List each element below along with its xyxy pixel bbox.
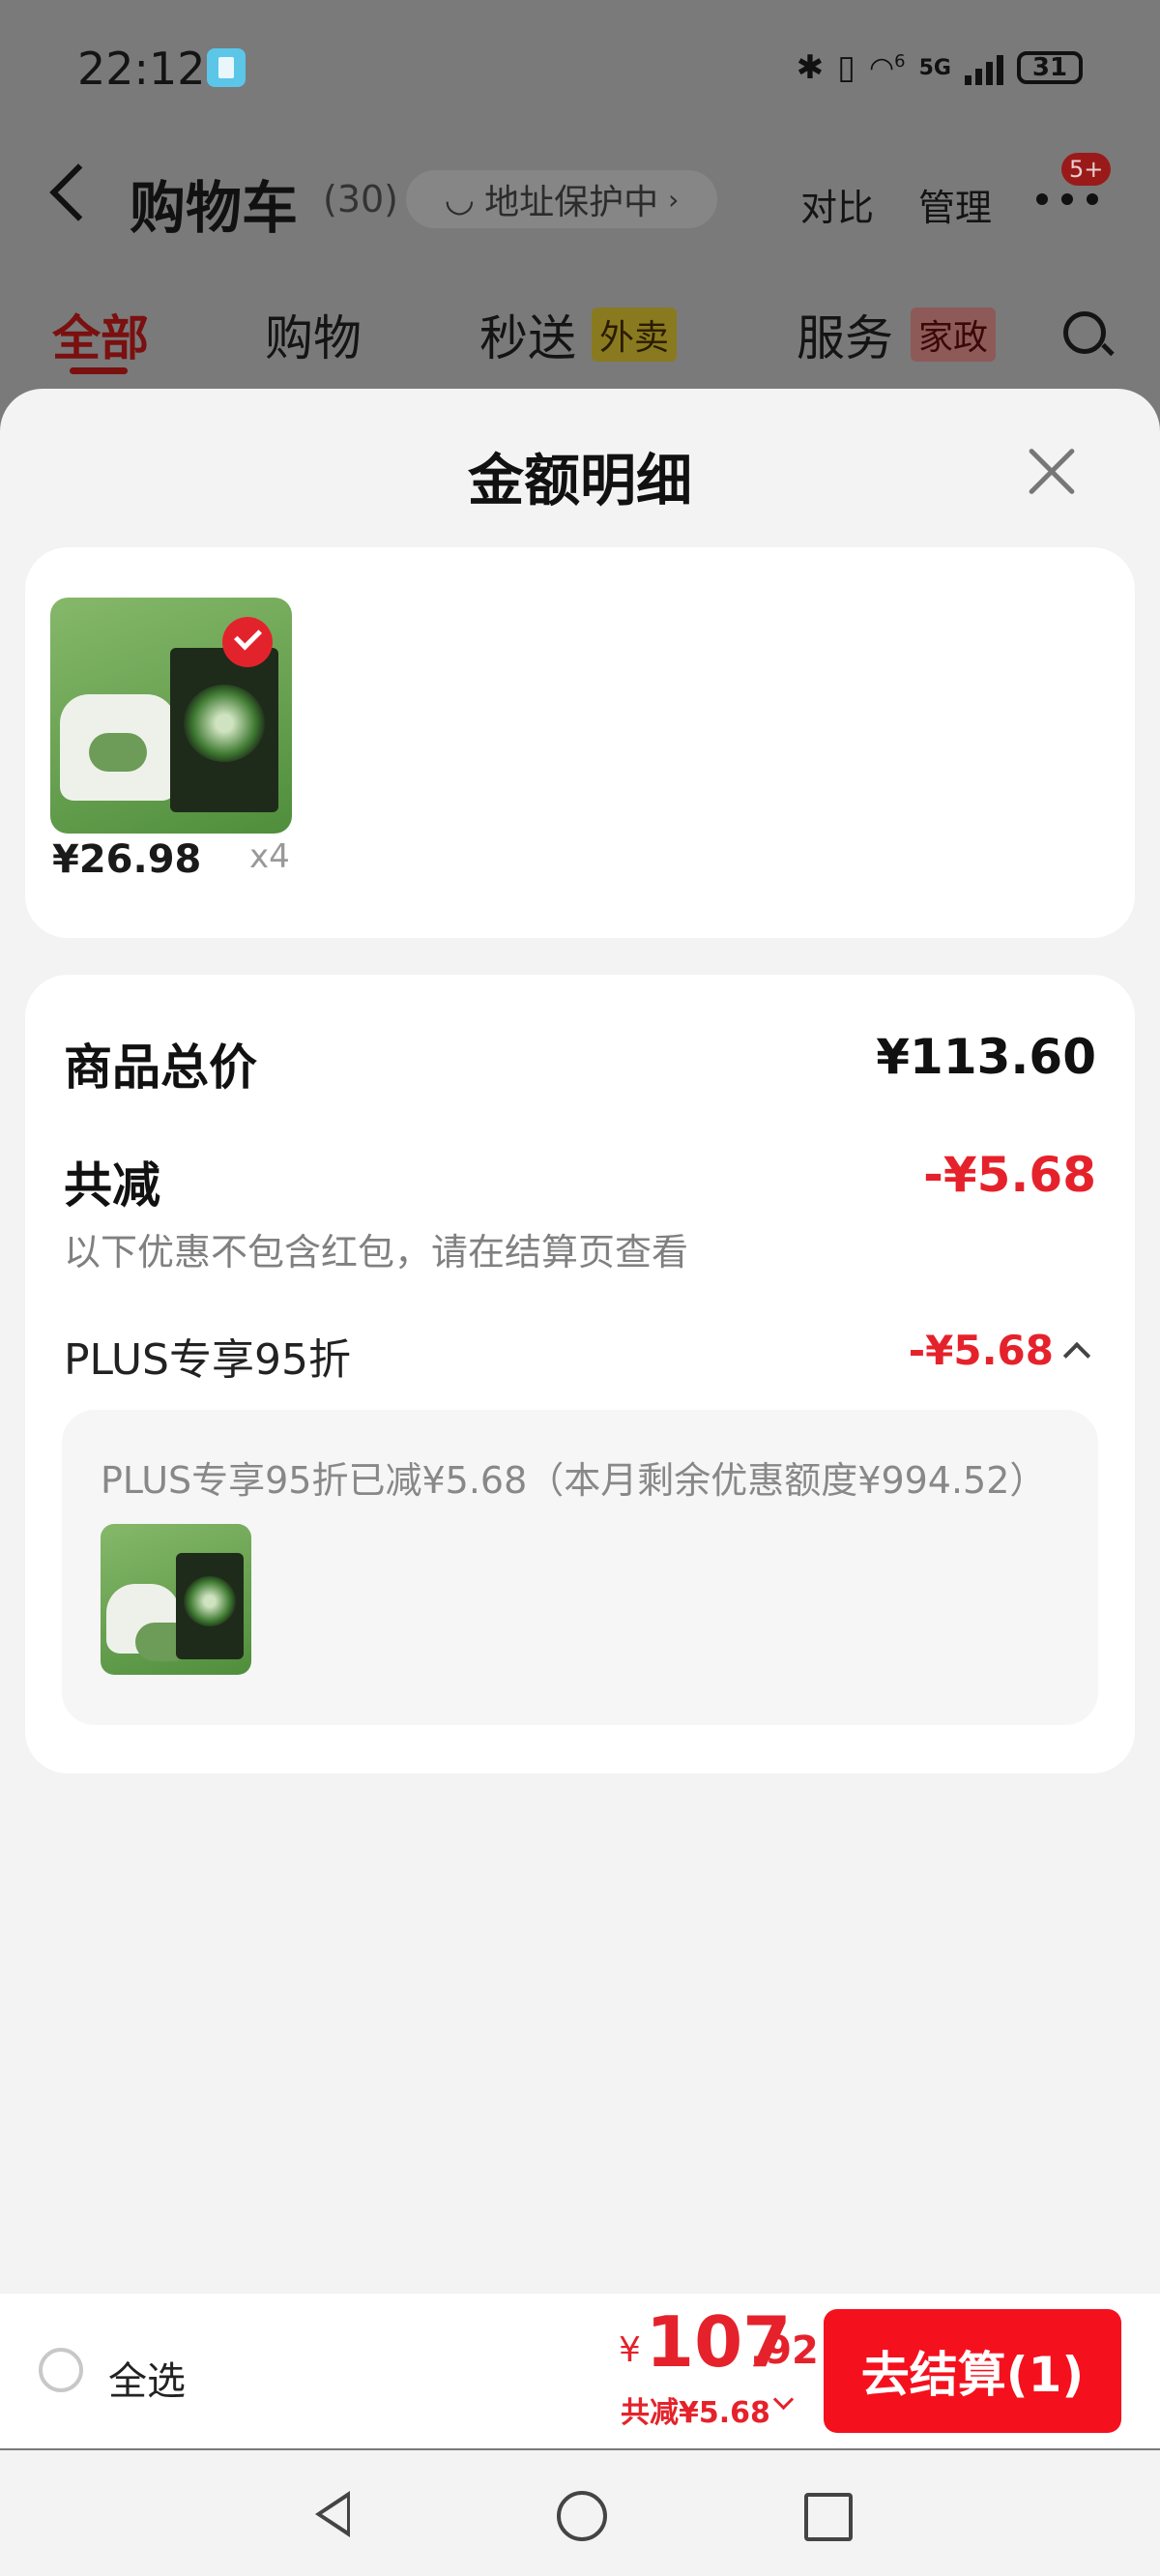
- currency-symbol: ¥: [619, 2330, 641, 2370]
- housekeeping-tag: 家政: [911, 307, 997, 362]
- plus-promo-text: PLUS专享95折已减¥5.68（本月剩余优惠额度¥994.52）: [101, 1459, 1047, 1502]
- status-bar: 22:12 ✱ ▯ ◠6 5G 31: [0, 0, 1160, 135]
- vibrate-icon: ▯: [837, 48, 856, 87]
- tab-all[interactable]: 全部: [52, 300, 149, 369]
- address-protection-pill[interactable]: ◡ 地址保护中 ›: [406, 170, 717, 228]
- page-title: 购物车: [130, 175, 299, 241]
- promo-product-thumbnail: [101, 1524, 251, 1675]
- compare-button[interactable]: 对比: [800, 178, 874, 231]
- signal-icon: [965, 50, 1003, 85]
- tab-active-underline: [70, 367, 128, 374]
- plus-discount-value[interactable]: -¥5.68: [909, 1327, 1054, 1374]
- more-icon[interactable]: [1032, 190, 1100, 209]
- tab-shopping[interactable]: 购物: [265, 300, 362, 369]
- takeout-tag: 外卖: [592, 307, 678, 362]
- network-type: 5G: [918, 55, 951, 80]
- discount-note: 以下优惠不包含红包，请在结算页查看: [64, 1231, 689, 1273]
- total-price-value: ¥113.60: [876, 1029, 1096, 1085]
- product-price: ¥26.98: [52, 837, 202, 882]
- product-quantity: x4: [249, 837, 290, 876]
- nav-recents-icon[interactable]: [804, 2493, 853, 2541]
- tab-express[interactable]: 秒送: [479, 300, 576, 369]
- close-icon[interactable]: [1025, 445, 1079, 499]
- total-discount-value: -¥5.68: [923, 1147, 1096, 1203]
- nav-back-icon[interactable]: [315, 2491, 350, 2537]
- selected-check-icon: [222, 617, 273, 667]
- nav-home-icon[interactable]: [557, 2491, 607, 2541]
- total-discount-label: 共减: [64, 1157, 160, 1214]
- select-all-label[interactable]: 全选: [108, 2350, 186, 2406]
- plus-discount-label[interactable]: PLUS专享95折: [64, 1325, 351, 1387]
- message-badge: 5+: [1061, 153, 1112, 186]
- select-all-checkbox[interactable]: [39, 2348, 83, 2392]
- search-icon[interactable]: [1063, 311, 1106, 354]
- wifi-icon: ◠6: [868, 50, 906, 85]
- address-protection-label: 地址保护中: [484, 183, 659, 222]
- tab-service[interactable]: 服务: [797, 300, 893, 369]
- manage-button[interactable]: 管理: [918, 178, 992, 231]
- smile-icon: ◡: [444, 179, 476, 220]
- status-time: 22:12: [77, 43, 206, 95]
- reader-app-icon: [207, 48, 246, 87]
- checkout-button[interactable]: 去结算(1): [824, 2309, 1121, 2433]
- pay-discount-text[interactable]: 共减¥5.68: [621, 2388, 770, 2431]
- pay-amount-decimal: .92: [750, 2328, 819, 2373]
- chevron-right-icon: ›: [668, 183, 680, 216]
- sheet-title: 金额明细: [467, 448, 692, 513]
- total-price-label: 商品总价: [64, 1039, 257, 1096]
- system-icons: ✱ ▯ ◠6 5G 31: [797, 44, 1083, 91]
- battery-icon: 31: [1017, 51, 1083, 84]
- cart-count: (30): [323, 178, 399, 220]
- bluetooth-icon: ✱: [796, 48, 825, 87]
- back-icon[interactable]: [49, 163, 107, 221]
